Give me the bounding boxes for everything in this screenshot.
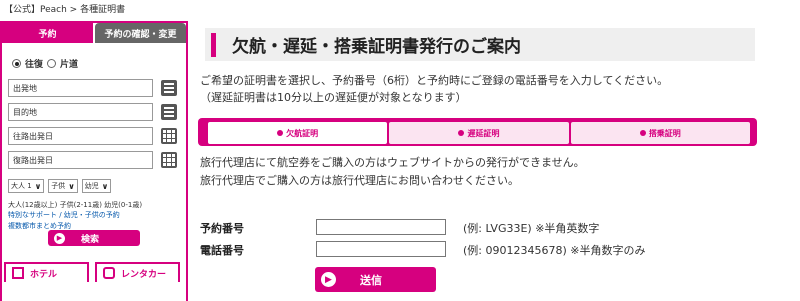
intro-text: ご希望の証明書を選択し、予約番号（6桁）と予約時にご登録の電話番号を入力してくだ… <box>200 72 668 106</box>
radio-roundtrip-label: 往復 <box>25 60 44 70</box>
notice-line-2: 旅行代理店でご購入の方は旅行代理店にお問い合わせください。 <box>200 174 519 187</box>
tab-boarding-certificate[interactable]: 搭乗証明 <box>570 122 750 144</box>
depart-date-field[interactable]: 往路出発日 <box>8 127 153 145</box>
notice-line-1: 旅行代理店にて航空券をご購入の方はウェブサイトからの発行ができません。 <box>200 156 585 169</box>
bullet-icon <box>277 130 284 136</box>
phone-number-input[interactable] <box>316 241 446 257</box>
return-date-field[interactable]: 復路出発日 <box>8 151 153 169</box>
service-tiles: ホテル レンタカー <box>4 262 180 282</box>
hotel-tile[interactable]: ホテル <box>4 262 89 282</box>
booking-number-hint: (例: LVG33E) ※半角英数字 <box>463 222 600 235</box>
breadcrumb: 【公式】Peach > 各種証明書 <box>4 5 126 15</box>
sidebar-tabs: 予約 予約の確認・変更 <box>2 23 186 43</box>
arrow-circle-icon: ▶ <box>321 272 336 287</box>
phone-number-label: 電話番号 <box>200 244 244 257</box>
phone-number-hint: (例: 09012345678) ※半角数字のみ <box>463 244 646 257</box>
bullet-icon <box>458 130 465 136</box>
search-button-label: 検索 <box>81 234 100 245</box>
child-select[interactable]: 子供 ∨ <box>48 179 78 193</box>
search-button[interactable]: ▶ 検索 <box>48 230 140 246</box>
booking-number-input[interactable] <box>316 219 446 235</box>
radio-oneway-label: 片道 <box>60 60 79 70</box>
chevron-down-icon: ∨ <box>68 181 75 191</box>
tab-label: 遅延証明 <box>467 128 500 138</box>
agency-notice: 旅行代理店にて航空券をご購入の方はウェブサイトからの発行ができません。 旅行代理… <box>200 154 585 190</box>
booking-sidebar: 予約 予約の確認・変更 往復 片道 出発地 目的地 往路出発日 復路出発日 大人… <box>0 21 188 301</box>
list-icon[interactable] <box>161 104 177 120</box>
submit-button[interactable]: ▶ 送信 <box>315 267 436 292</box>
tab-label: 欠航証明 <box>286 128 319 138</box>
calendar-icon[interactable] <box>161 128 177 144</box>
radio-roundtrip[interactable] <box>12 59 21 68</box>
car-rental-tile[interactable]: レンタカー <box>95 262 180 282</box>
tab-booking[interactable]: 予約 <box>2 23 93 43</box>
trip-type-selector: 往復 片道 <box>12 57 186 70</box>
special-support-link[interactable]: 特別なサポート / 幼児・子供の予約 <box>8 210 186 221</box>
calendar-icon[interactable] <box>161 152 177 168</box>
radio-oneway[interactable] <box>47 59 57 68</box>
adult-select[interactable]: 大人 1 ∨ <box>8 179 45 193</box>
car-icon <box>103 267 115 279</box>
tab-manage-booking[interactable]: 予約の確認・変更 <box>95 23 186 43</box>
hotel-icon <box>12 267 24 279</box>
booking-number-label: 予約番号 <box>200 222 244 235</box>
infant-select-value: 幼児 <box>84 182 99 190</box>
tab-delay-certificate[interactable]: 遅延証明 <box>389 122 569 144</box>
intro-line-1: ご希望の証明書を選択し、予約番号（6桁）と予約時にご登録の電話番号を入力してくだ… <box>200 74 669 87</box>
destination-field[interactable]: 目的地 <box>8 103 153 121</box>
tab-cancellation-certificate[interactable]: 欠航証明 <box>208 122 388 144</box>
title-accent <box>211 32 216 57</box>
page-title: 欠航・遅延・搭乗証明書発行のご案内 <box>232 37 521 57</box>
list-icon[interactable] <box>161 80 177 96</box>
origin-field[interactable]: 出発地 <box>8 79 153 97</box>
hotel-tile-label: ホテル <box>30 269 58 280</box>
arrow-circle-icon: ▶ <box>54 232 65 244</box>
car-rental-tile-label: レンタカー <box>121 269 167 280</box>
adult-select-value: 大人 1 <box>11 182 32 190</box>
passenger-selectors: 大人 1 ∨ 子供 ∨ 幼児 ∨ <box>8 179 186 193</box>
bullet-icon <box>639 130 646 136</box>
passenger-age-note: 大人(12歳以上) 子供(2-11歳) 幼児(0-1歳) <box>8 201 143 209</box>
intro-line-2: （遅延証明書は10分以上の遅延便が対象となります） <box>200 91 467 104</box>
submit-button-label: 送信 <box>360 273 382 287</box>
certificate-tabs: 欠航証明 遅延証明 搭乗証明 <box>198 118 757 146</box>
page-title-bar: 欠航・遅延・搭乗証明書発行のご案内 <box>205 28 755 61</box>
child-select-value: 子供 <box>51 182 66 190</box>
tab-label: 搭乗証明 <box>648 128 681 138</box>
infant-select[interactable]: 幼児 ∨ <box>81 179 112 193</box>
chevron-down-icon: ∨ <box>34 181 42 191</box>
chevron-down-icon: ∨ <box>101 181 109 191</box>
